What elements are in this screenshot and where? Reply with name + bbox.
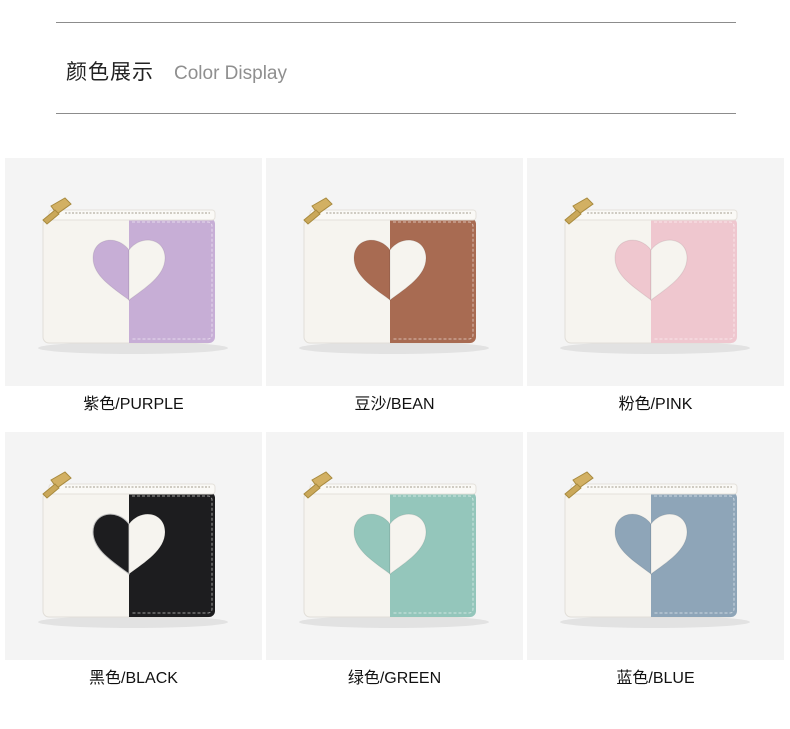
wallet-zipper-band [309, 483, 477, 495]
color-grid: 紫色/PURPLE 豆沙/BEAN 粉色/PINK 黑色/BLACK 绿色/GR… [0, 0, 790, 729]
variant-label-green: 绿色/GREEN [347, 670, 442, 687]
variant-label-black: 黑色/BLACK [89, 670, 178, 687]
wallet-image-green [299, 471, 489, 628]
product-card-green[interactable] [266, 432, 523, 660]
product-card-black[interactable] [5, 432, 262, 660]
wallet-zipper-band [48, 209, 216, 221]
wallet-image-pink [560, 197, 750, 354]
product-card-purple[interactable] [5, 158, 262, 386]
wallet-image-black [38, 471, 228, 628]
wallet-image-bean [299, 197, 489, 354]
variant-label-pink: 粉色/PINK [618, 396, 693, 413]
variant-label-purple: 紫色/PURPLE [83, 396, 184, 413]
product-card-pink[interactable] [527, 158, 784, 386]
wallet-zipper-band [309, 209, 477, 221]
wallet-zipper-band [570, 209, 738, 221]
wallet-image-blue [560, 471, 750, 628]
variant-label-blue: 蓝色/BLUE [616, 670, 695, 687]
wallet-zipper-band [48, 483, 216, 495]
product-card-bean[interactable] [266, 158, 523, 386]
variant-label-bean: 豆沙/BEAN [354, 396, 435, 413]
wallet-zipper-band [570, 483, 738, 495]
product-card-blue[interactable] [527, 432, 784, 660]
wallet-image-purple [38, 197, 228, 354]
